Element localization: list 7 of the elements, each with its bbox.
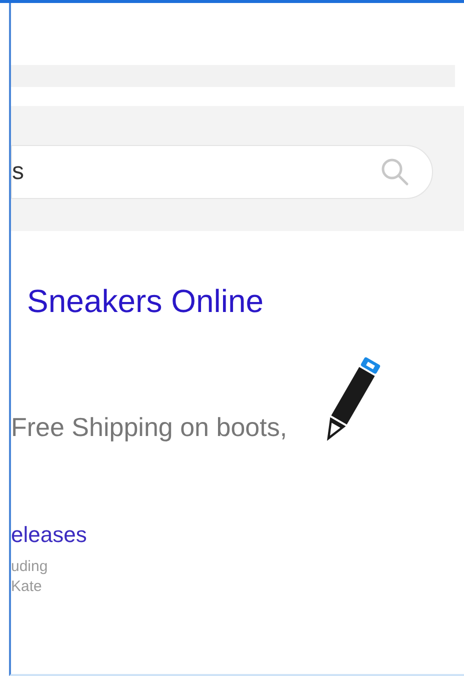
result-title-link[interactable]: Sneakers Online xyxy=(11,281,264,321)
result-snippet: Free Shipping on boots, xyxy=(11,411,288,443)
sitelink[interactable]: eleases xyxy=(11,521,87,549)
sitelink-description: uding xyxy=(11,557,48,577)
search-icon[interactable] xyxy=(380,157,410,187)
sitelink-description: Kate xyxy=(11,577,42,597)
search-field[interactable]: s xyxy=(11,145,433,199)
